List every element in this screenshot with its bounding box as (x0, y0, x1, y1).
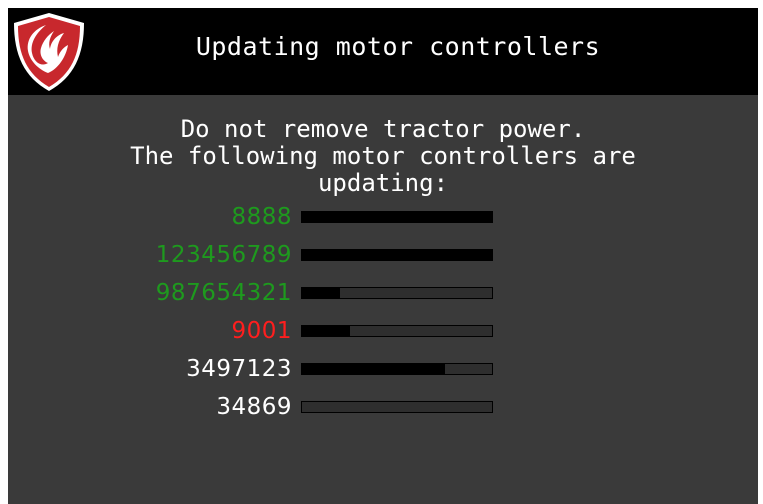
progress-bar (301, 249, 493, 261)
controller-id: 9001 (231, 318, 292, 344)
controller-row: 8888 (8, 202, 758, 232)
message-line: The following motor controllers are (130, 142, 636, 170)
controller-id: 987654321 (155, 280, 292, 306)
progress-bar (301, 363, 493, 375)
message-line: updating: (317, 169, 449, 197)
progress-bar (301, 287, 493, 299)
message-line: Do not remove tractor power. (180, 115, 586, 143)
progress-fill (302, 364, 445, 374)
warning-message: Do not remove tractor power. The followi… (8, 116, 758, 197)
controller-id: 34869 (216, 394, 292, 420)
progress-bar (301, 211, 493, 223)
controller-id: 123456789 (155, 242, 292, 268)
progress-bar (301, 401, 493, 413)
update-screen: Updating motor controllers Do not remove… (8, 8, 758, 504)
controller-row: 3497123 (8, 354, 758, 384)
controller-id: 3497123 (186, 356, 292, 382)
controller-row: 34869 (8, 392, 758, 422)
page-title: Updating motor controllers (195, 32, 601, 61)
progress-fill (302, 250, 492, 260)
shield-logo-icon (14, 13, 84, 91)
progress-fill (302, 212, 492, 222)
progress-bar (301, 325, 493, 337)
header-bar: Updating motor controllers (8, 8, 758, 95)
controller-row: 987654321 (8, 278, 758, 308)
controller-row: 9001 (8, 316, 758, 346)
controller-id: 8888 (231, 204, 292, 230)
progress-fill (302, 288, 340, 298)
progress-fill (302, 326, 350, 336)
controller-row: 123456789 (8, 240, 758, 270)
